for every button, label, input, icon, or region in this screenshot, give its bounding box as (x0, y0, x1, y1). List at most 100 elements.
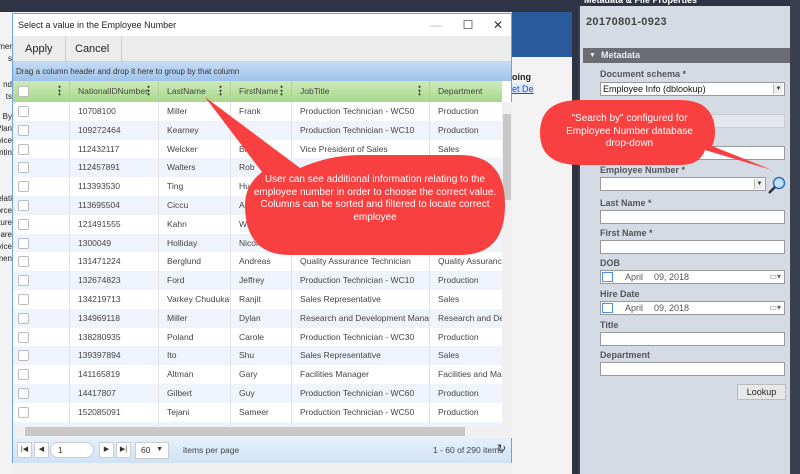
table-row[interactable]: 138280935 Poland Carole Production Technici… (13, 327, 502, 347)
bg-text-fragment: orce (0, 206, 12, 215)
column-header-lastname[interactable]: LastName ⋮ (158, 81, 230, 102)
dob-checkbox[interactable] (602, 272, 613, 282)
row-checkbox[interactable] (18, 406, 29, 418)
column-menu-icon[interactable]: ⋮ (276, 81, 287, 102)
bg-text-fragment: elati (0, 194, 12, 203)
callout-search-text: "Search by" configured for Employee Numb… (566, 113, 693, 149)
calendar-icon[interactable]: ▭▾ (769, 272, 781, 281)
table-row[interactable]: 131471224 Berglund Andreas Quality Assuranc… (13, 252, 502, 272)
metadata-section-header[interactable]: ▼ Metadata (583, 48, 790, 63)
minimize-button[interactable]: — (421, 14, 451, 36)
first-name-input[interactable] (600, 240, 785, 254)
table-row[interactable]: 132674823 Ford Jeffrey Production Technicia… (13, 271, 502, 290)
column-menu-icon[interactable]: ⋮ (54, 81, 65, 102)
row-checkbox[interactable] (18, 294, 29, 305)
document-schema-select[interactable]: Employee Info (dblookup) ▼ (600, 82, 785, 96)
bg-text-fragment: are (0, 230, 12, 239)
cell-jobtitle: Research and Development Manager (291, 308, 429, 328)
hire-date-checkbox[interactable] (602, 303, 613, 313)
column-header-jobtitle[interactable]: JobTitle ⋮ (291, 81, 429, 102)
bg-link[interactable]: et De (512, 84, 534, 94)
row-checkbox[interactable] (18, 106, 29, 117)
hire-date-picker[interactable]: April 09, 2018 ▭▾ (600, 301, 785, 315)
row-checkbox[interactable] (18, 237, 29, 249)
table-row[interactable]: 109272464 Kearney ie Production Technician … (13, 120, 502, 140)
cell-jobtitle: Production Technician - WC60 (291, 384, 429, 403)
cell-jobtitle: Production Technician - WC10 (291, 271, 429, 290)
row-checkbox[interactable] (18, 256, 29, 268)
group-by-area[interactable]: Drag a column header and drop it here to… (13, 62, 511, 81)
cell-lastname: Ting (158, 177, 230, 196)
row-checkbox[interactable] (18, 162, 29, 174)
cell-nationalidnumber: 132674823 (69, 271, 158, 290)
row-checkbox[interactable] (18, 275, 29, 287)
column-menu-icon[interactable]: ⋮ (215, 81, 226, 102)
cell-nationalidnumber: 109272464 (69, 120, 158, 140)
prev-page-button[interactable]: ◀ (34, 442, 49, 458)
column-menu-icon[interactable]: ⋮ (414, 81, 425, 102)
dob-date-picker[interactable]: April 09, 2018 ▭▾ (600, 270, 785, 284)
table-row[interactable]: 112432117 Welcker Bi Vice President of Sale… (13, 139, 502, 159)
next-page-button[interactable]: ▶ (99, 442, 114, 458)
title-input[interactable] (600, 332, 785, 346)
column-header-department[interactable]: Department (429, 81, 502, 102)
cancel-button[interactable]: Cancel (63, 36, 123, 62)
page-number-input[interactable]: 1 (50, 442, 94, 458)
cell-department: Production (429, 402, 502, 422)
cell-jobtitle: Sales Representative (291, 290, 429, 309)
table-row[interactable]: 1300049 Holliday Nicole (13, 233, 502, 253)
cell-department: Sales (429, 346, 502, 366)
employee-number-combo[interactable]: ▼ (600, 177, 766, 191)
dropdown-arrow-icon[interactable]: ▼ (754, 179, 764, 189)
apply-button[interactable]: Apply (13, 36, 66, 62)
refresh-icon[interactable]: ↻ (493, 442, 510, 458)
maximize-button[interactable]: ☐ (453, 14, 483, 36)
cell-lastname: Tejani (158, 402, 230, 422)
column-header-nationalidnumber[interactable]: NationalIDNumber ⋮ (69, 81, 158, 102)
vertical-scrollbar[interactable] (502, 102, 512, 425)
last-name-input[interactable] (600, 210, 785, 224)
page-size-select[interactable]: 60 ▼ (135, 442, 169, 459)
lookup-button[interactable]: Lookup (737, 384, 786, 400)
column-header-firstname[interactable]: FirstName ⋮ (230, 81, 291, 102)
horizontal-scrollbar[interactable] (13, 425, 512, 438)
row-checkbox[interactable] (18, 388, 29, 399)
dialog-toolbar: Apply Cancel (13, 36, 511, 62)
bg-text-fragment: mer (0, 42, 12, 51)
row-checkbox[interactable] (18, 369, 29, 381)
first-page-button[interactable]: |◀ (17, 442, 32, 458)
cell-nationalidnumber: 152085091 (69, 402, 158, 422)
row-checkbox[interactable] (18, 218, 29, 230)
row-checkbox[interactable] (18, 200, 29, 211)
collapse-triangle-icon: ▼ (589, 52, 596, 59)
search-magnifier-icon[interactable] (767, 175, 787, 195)
row-checkbox[interactable] (18, 143, 29, 155)
table-row[interactable]: 10708100 Miller Frank Production Technician… (13, 102, 502, 121)
table-row[interactable]: 134219713 Varkey Chudukatil Ranjit Sales Re… (13, 290, 502, 309)
department-input[interactable] (600, 362, 785, 376)
select-all-checkbox[interactable] (18, 86, 29, 97)
row-checkbox[interactable] (18, 312, 29, 324)
calendar-icon[interactable]: ▭▾ (769, 303, 781, 312)
close-button[interactable]: ✕ (483, 14, 513, 36)
cell-lastname: Ito (158, 346, 230, 366)
row-checkbox[interactable] (18, 331, 29, 343)
cell-department: Sales (429, 139, 502, 159)
table-row[interactable]: 134969118 Miller Dylan Research and Develop… (13, 308, 502, 328)
row-checkbox[interactable] (18, 124, 29, 136)
dropdown-arrow-icon: ▼ (156, 446, 163, 453)
last-page-button[interactable]: ▶| (116, 442, 131, 458)
table-row[interactable]: 152085091 Tejani Sameer Production Technici… (13, 402, 502, 422)
grid-pager: |◀ ◀ 1 ▶ ▶| 60 ▼ items per page 1 - 60 of… (13, 438, 511, 463)
cell-nationalidnumber: 10708100 (69, 102, 158, 121)
column-menu-icon[interactable]: ⋮ (143, 81, 154, 102)
cell-firstname: Ranjit (230, 290, 291, 309)
table-row[interactable]: 14417807 Gilbert Guy Production Technician … (13, 384, 502, 403)
cell-department: Production (429, 327, 502, 347)
row-checkbox[interactable] (18, 350, 29, 362)
cell-lastname: Berglund (158, 252, 230, 272)
table-row[interactable]: 139397894 Ito Shu Sales Representative Sales (13, 346, 502, 366)
row-checkbox[interactable] (18, 181, 29, 193)
table-row[interactable]: 141165819 Altman Gary Facilities Manager Fac… (13, 365, 502, 384)
last-name-label: Last Name * (600, 198, 652, 208)
